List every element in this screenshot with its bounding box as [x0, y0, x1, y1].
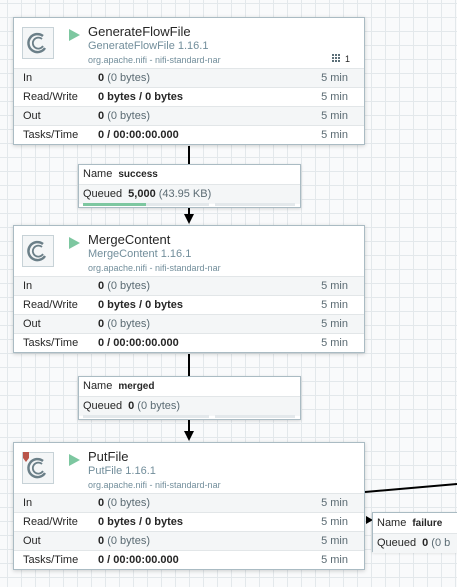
queued-count: 0 — [128, 400, 135, 412]
queued-count: 0 — [422, 537, 429, 549]
queued-size: (0 b — [431, 537, 451, 549]
stat-row-read-write: Read/Write 0 bytes / 0 bytes 5 min — [14, 87, 364, 106]
connection-name: failure — [412, 518, 443, 529]
play-icon — [69, 454, 80, 466]
stat-row-read-write: Read/Write 0 bytes / 0 bytes 5 min — [14, 512, 364, 531]
queued-size: (0 bytes) — [137, 400, 181, 412]
backpressure-count-bar — [83, 415, 209, 418]
stat-row-in: In 0 (0 bytes) 5 min — [14, 68, 364, 87]
processor-bundle: org.apache.nifi - nifi-standard-nar — [88, 480, 221, 490]
processor-bundle: org.apache.nifi - nifi-standard-nar — [88, 55, 221, 65]
backpressure-count-fill — [83, 203, 146, 206]
processor-type: MergeContent 1.16.1 — [88, 248, 192, 260]
processor-generateflowfile[interactable]: GenerateFlowFile GenerateFlowFile 1.16.1… — [13, 17, 365, 145]
queued-count: 5,000 — [128, 188, 156, 200]
connection-label-failure[interactable]: Name failure Queued 0 (0 b — [372, 512, 457, 553]
processor-name: MergeContent — [88, 232, 171, 247]
processor-icon — [22, 235, 54, 267]
restricted-shield-icon — [23, 452, 29, 462]
stat-row-out: Out 0 (0 bytes) 5 min — [14, 531, 364, 550]
thread-grid-icon — [331, 54, 342, 64]
backpressure-size-bar — [215, 415, 295, 418]
processor-name: GenerateFlowFile — [88, 24, 191, 39]
connection-label-merged[interactable]: Name merged Queued 0 (0 bytes) — [78, 376, 301, 420]
processor-bundle: org.apache.nifi - nifi-standard-nar — [88, 263, 221, 273]
backpressure-size-bar — [215, 203, 295, 206]
processor-icon — [22, 27, 54, 59]
play-icon — [69, 29, 80, 41]
play-icon — [69, 237, 80, 249]
stat-row-in: In 0 (0 bytes) 5 min — [14, 276, 364, 295]
stat-row-out: Out 0 (0 bytes) 5 min — [14, 106, 364, 125]
active-tasks: 1 — [331, 54, 350, 64]
connection-name: success — [118, 169, 158, 180]
connection-name: merged — [118, 381, 155, 392]
connection-label-success[interactable]: Name success Queued 5,000 (43.95 KB) — [78, 164, 301, 208]
stat-row-out: Out 0 (0 bytes) 5 min — [14, 314, 364, 333]
stat-row-tasks-time: Tasks/Time 0 / 00:00:00.000 5 min — [14, 550, 364, 569]
stat-row-read-write: Read/Write 0 bytes / 0 bytes 5 min — [14, 295, 364, 314]
processor-type: GenerateFlowFile 1.16.1 — [88, 40, 209, 52]
processor-mergecontent[interactable]: MergeContent MergeContent 1.16.1 org.apa… — [13, 225, 365, 353]
processor-type: PutFile 1.16.1 — [88, 465, 156, 477]
backpressure-count-bar — [83, 203, 209, 206]
active-tasks-count: 1 — [344, 54, 350, 64]
queued-size: (43.95 KB) — [158, 188, 212, 200]
processor-putfile[interactable]: PutFile PutFile 1.16.1 org.apache.nifi -… — [13, 442, 365, 570]
processor-name: PutFile — [88, 449, 129, 464]
stat-row-in: In 0 (0 bytes) 5 min — [14, 493, 364, 512]
flow-canvas[interactable]: GenerateFlowFile GenerateFlowFile 1.16.1… — [0, 0, 457, 587]
stat-row-tasks-time: Tasks/Time 0 / 00:00:00.000 5 min — [14, 125, 364, 144]
stat-row-tasks-time: Tasks/Time 0 / 00:00:00.000 5 min — [14, 333, 364, 352]
